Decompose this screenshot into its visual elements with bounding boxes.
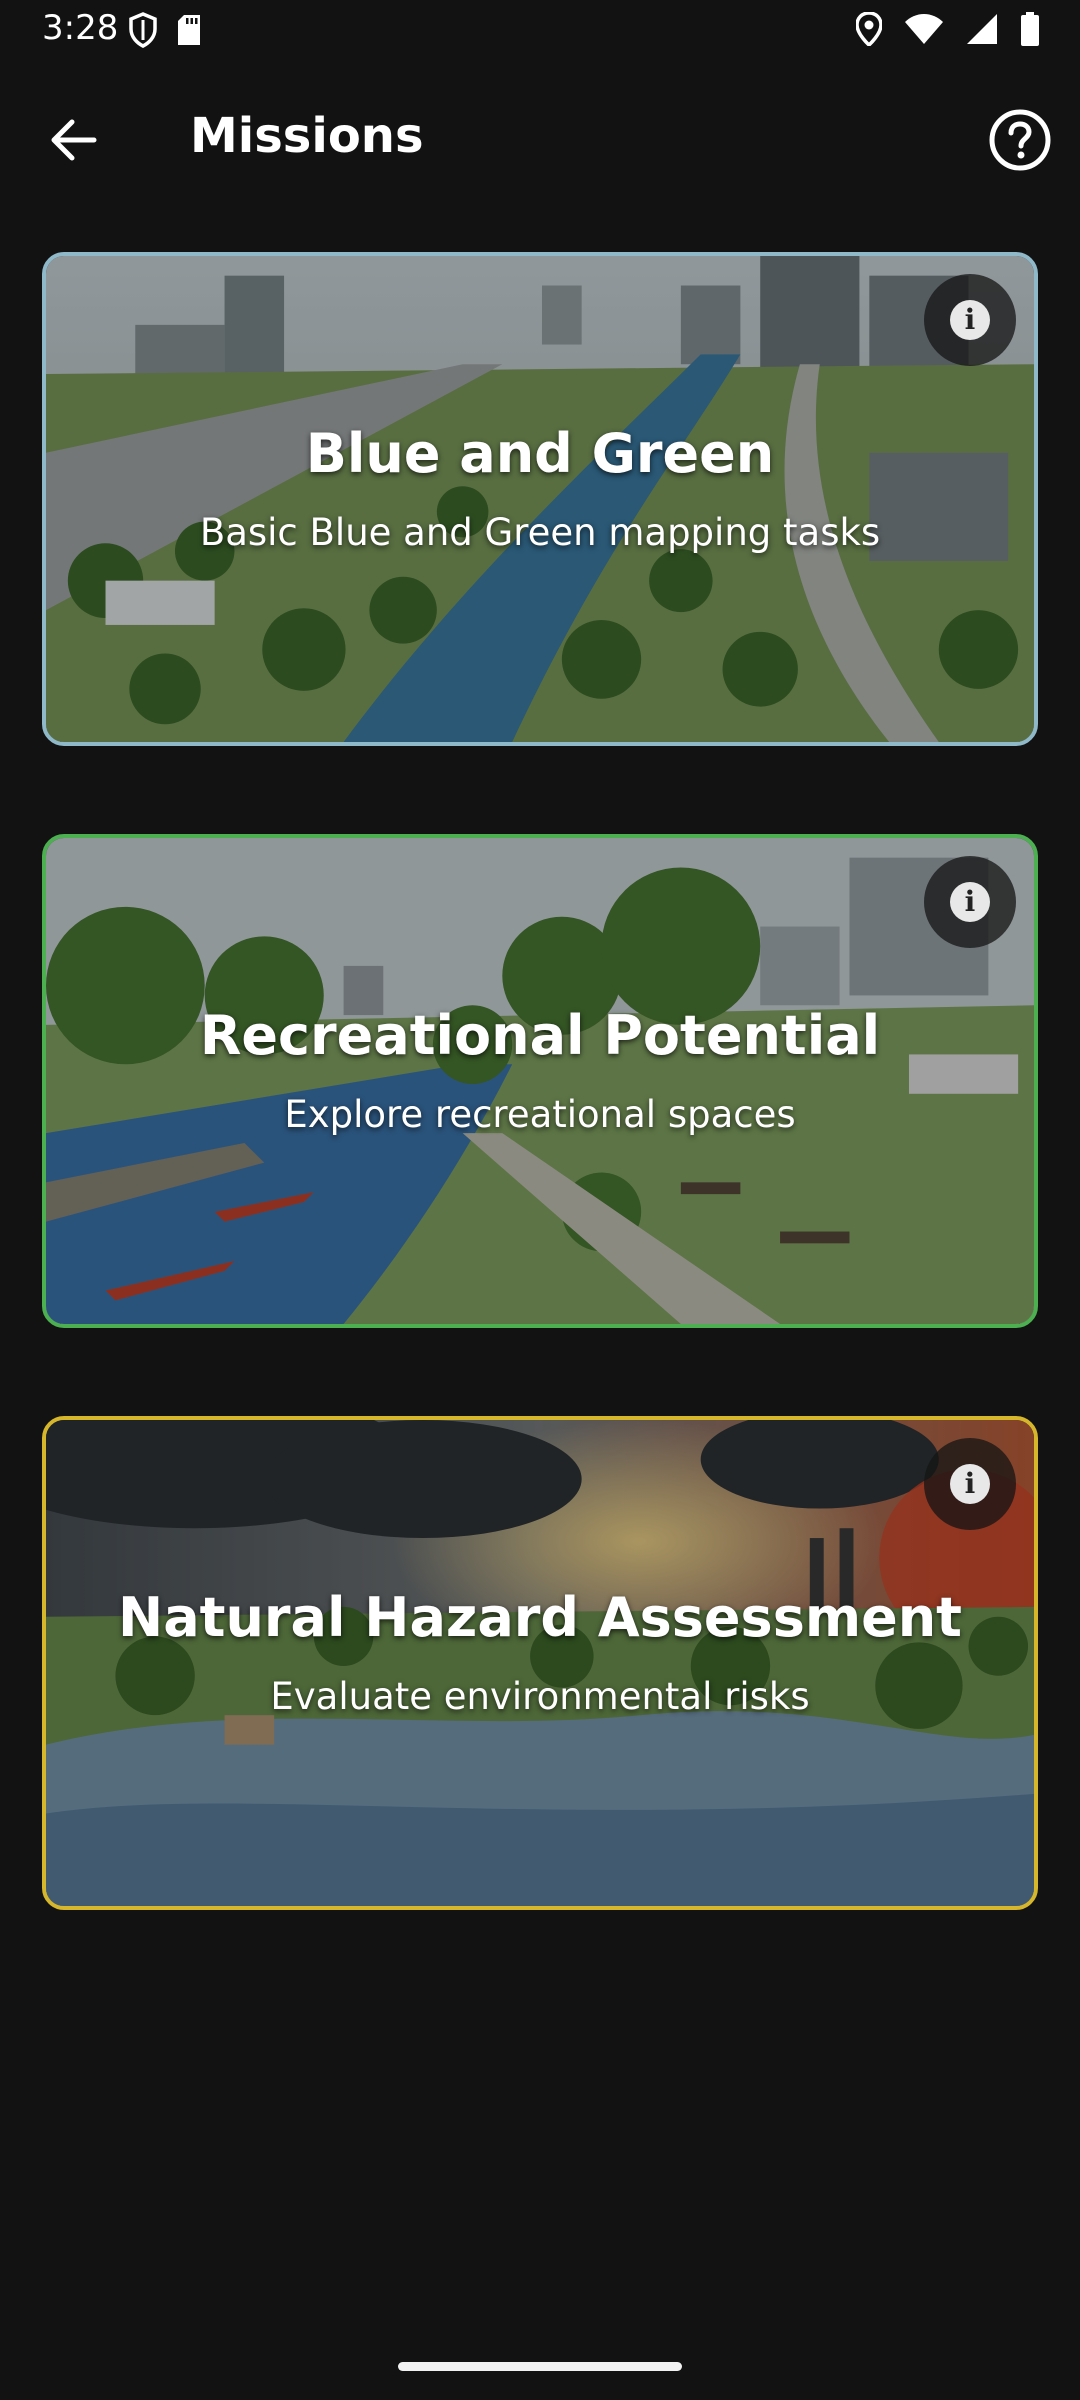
mission-title: Recreational Potential	[199, 1004, 881, 1067]
help-button[interactable]	[980, 102, 1060, 182]
status-right-icons	[856, 12, 1040, 46]
card-text: Recreational Potential Explore recreatio…	[46, 1004, 1034, 1138]
help-circle-icon	[988, 108, 1052, 176]
info-icon: i	[950, 882, 990, 922]
mission-card-recreational-potential[interactable]: Recreational Potential Explore recreatio…	[42, 834, 1038, 1328]
mission-card-blue-and-green[interactable]: Blue and Green Basic Blue and Green mapp…	[42, 252, 1038, 746]
wifi-icon	[904, 13, 944, 45]
mission-title: Natural Hazard Assessment	[118, 1586, 962, 1649]
mission-card-natural-hazard-assessment[interactable]: Natural Hazard Assessment Evaluate envir…	[42, 1416, 1038, 1910]
sd-card-icon	[176, 14, 202, 46]
signal-icon	[966, 13, 998, 45]
card-text: Natural Hazard Assessment Evaluate envir…	[46, 1586, 1034, 1720]
card-text: Blue and Green Basic Blue and Green mapp…	[46, 422, 1034, 556]
info-button[interactable]: i	[924, 856, 1016, 948]
status-time: 3:28	[42, 8, 119, 48]
arrow-back-icon	[50, 118, 98, 166]
mission-subtitle: Evaluate environmental risks	[270, 1675, 810, 1718]
info-icon: i	[950, 1464, 990, 1504]
mission-subtitle: Explore recreational spaces	[284, 1093, 796, 1136]
info-button[interactable]: i	[924, 274, 1016, 366]
info-button[interactable]: i	[924, 1438, 1016, 1530]
app-bar: Missions	[0, 64, 1080, 210]
mission-subtitle: Basic Blue and Green mapping tasks	[199, 511, 881, 554]
info-icon: i	[950, 300, 990, 340]
back-button[interactable]	[36, 104, 112, 180]
status-left-icons	[128, 12, 202, 48]
status-bar: 3:28	[0, 0, 1080, 64]
mission-title: Blue and Green	[305, 422, 775, 485]
home-indicator[interactable]	[398, 2362, 682, 2371]
location-icon	[856, 12, 882, 46]
page-title: Missions	[190, 108, 424, 164]
battery-icon	[1020, 12, 1040, 46]
shield-icon	[128, 12, 158, 48]
